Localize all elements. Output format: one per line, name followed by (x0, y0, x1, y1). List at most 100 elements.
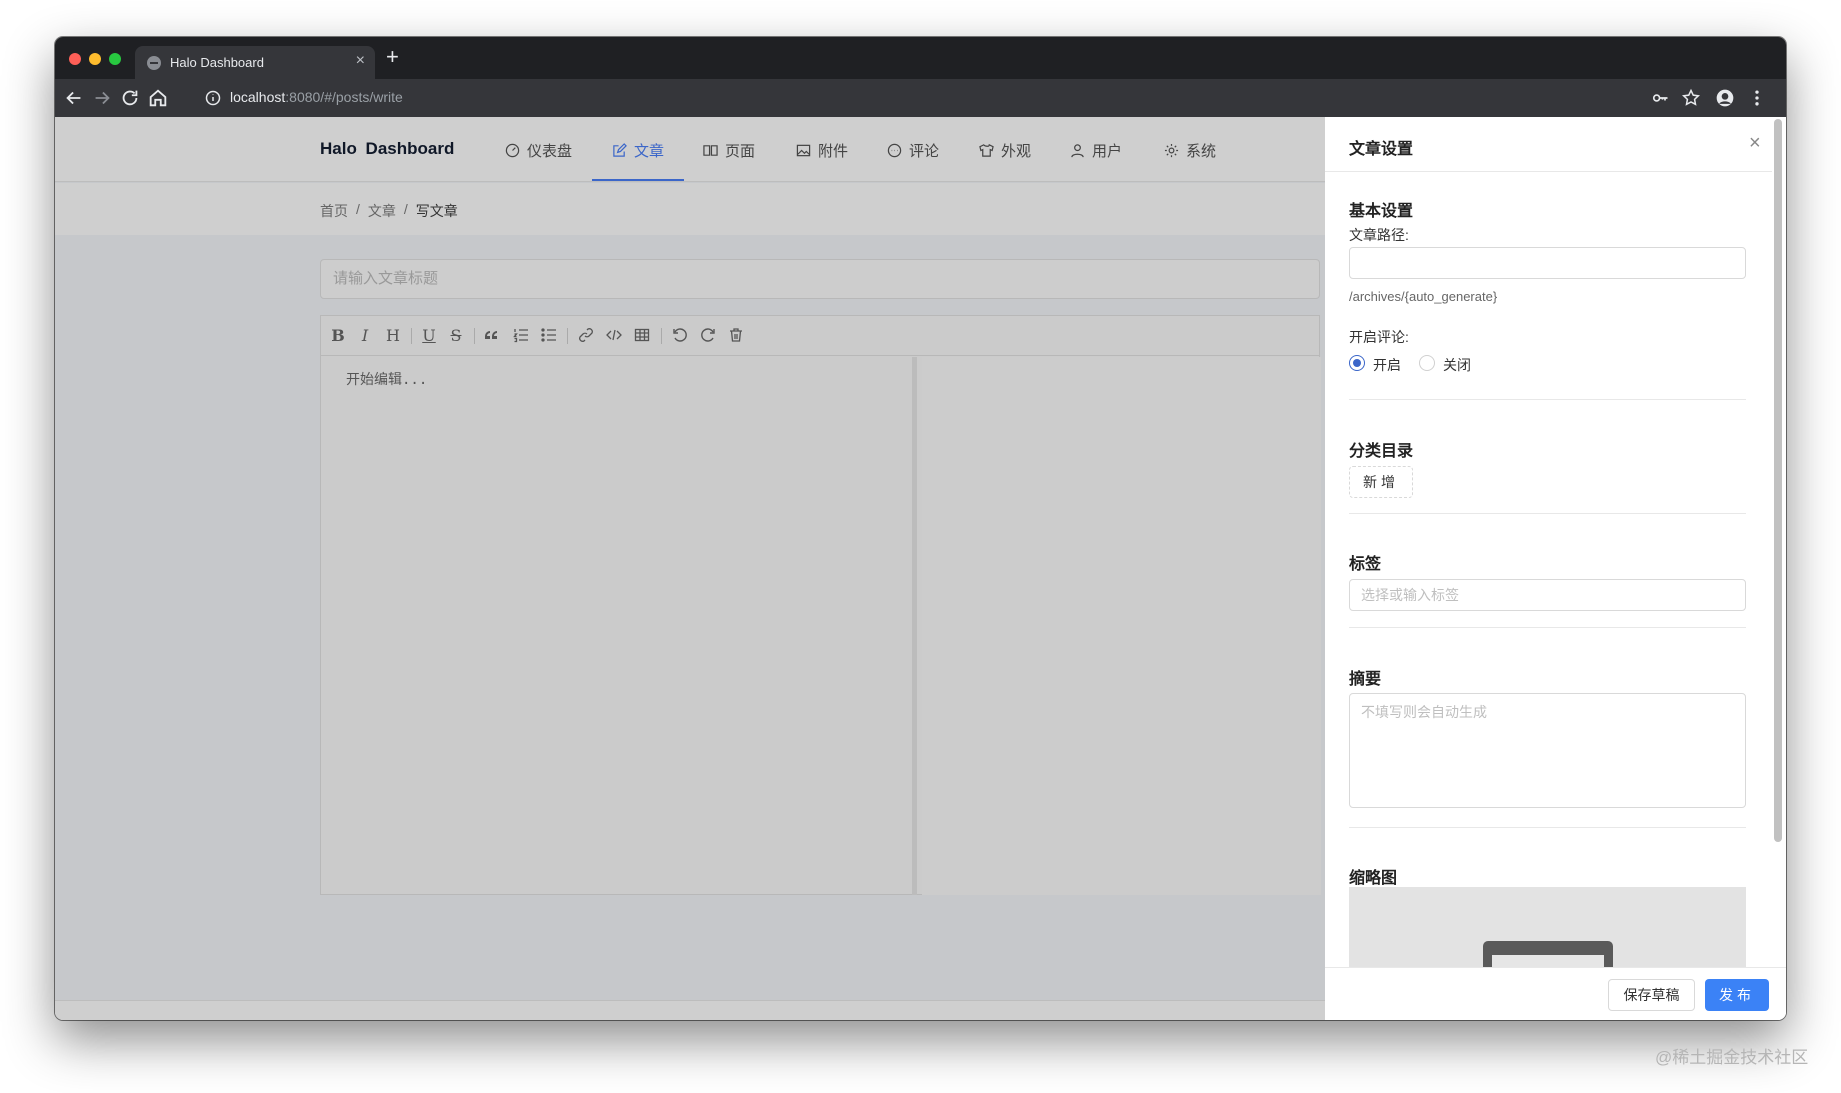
thumbnail-title: 缩略图 (1349, 870, 1398, 887)
summary-title: 摘要 (1349, 671, 1382, 688)
dashboard-icon (505, 143, 520, 157)
comment-on-radio[interactable] (1349, 355, 1365, 371)
menu-label: 系统 (1186, 142, 1217, 160)
toolbar-divider (474, 328, 475, 344)
breadcrumb-home[interactable]: 首页 (320, 201, 348, 221)
home-icon[interactable] (147, 87, 169, 109)
breadcrumb: 首页 / 文章 / 写文章 (320, 201, 458, 221)
post-path-input[interactable] (1349, 247, 1746, 279)
summary-textarea[interactable]: 不填写则会自动生成 (1349, 693, 1746, 808)
breadcrumb-posts[interactable]: 文章 (368, 201, 396, 221)
menu-item-pages[interactable]: 页面 (703, 139, 755, 161)
thumbnail-picker[interactable] (1349, 887, 1746, 967)
add-category-button[interactable]: 新增 (1349, 466, 1413, 498)
drawer-header: 文章设置 × (1325, 117, 1772, 172)
comment-on-label[interactable]: 开启 (1373, 355, 1401, 375)
url-host: localhost (230, 89, 286, 105)
bookmark-star-icon[interactable] (1681, 88, 1701, 108)
post-path-label: 文章路径: (1349, 227, 1409, 243)
menu-label: 外观 (1001, 142, 1032, 160)
redo-icon[interactable] (699, 327, 717, 345)
menu-label: 用户 (1092, 142, 1123, 160)
close-window-button[interactable] (69, 53, 81, 65)
editor-input-pane[interactable]: 开始编辑... (321, 357, 917, 895)
breadcrumb-separator: / (356, 201, 360, 217)
toolbar-divider (567, 328, 568, 344)
publish-button[interactable]: 发布 (1705, 979, 1769, 1011)
comment-enable-label: 开启评论: (1349, 329, 1409, 345)
menu-item-comments[interactable]: 评论 (887, 139, 939, 161)
user-icon (1071, 143, 1084, 157)
skin-icon (979, 143, 994, 157)
heading-icon[interactable]: H (384, 327, 402, 345)
post-settings-drawer: 文章设置 × 基本设置 文章路径: /archives/{auto_genera… (1325, 117, 1786, 1020)
browser-menu-icon[interactable] (1747, 88, 1767, 108)
category-title: 分类目录 (1349, 443, 1414, 460)
post-path-help: /archives/{auto_generate} (1349, 289, 1498, 304)
menu-item-attachments[interactable]: 附件 (796, 139, 848, 161)
breadcrumb-separator: / (403, 201, 408, 217)
section-divider (1349, 513, 1746, 514)
halo-favicon-icon (147, 56, 161, 70)
tab-close-icon[interactable]: × (356, 52, 365, 70)
undo-icon[interactable] (671, 327, 689, 345)
menu-item-appearance[interactable]: 外观 (979, 139, 1031, 161)
menu-item-users[interactable]: 用户 (1070, 139, 1122, 161)
section-divider (1349, 399, 1746, 400)
picture-icon (796, 144, 811, 156)
url-path: :8080/#/posts/write (285, 89, 403, 105)
active-menu-indicator (592, 179, 684, 181)
post-title-input[interactable]: 请输入文章标题 (320, 259, 1320, 299)
new-tab-button[interactable]: + (386, 45, 399, 69)
toolbar-divider (661, 328, 662, 344)
underline-icon[interactable]: U (420, 327, 438, 345)
browser-toolbar: localhost:8080/#/posts/write (55, 79, 1786, 117)
address-bar[interactable]: localhost:8080/#/posts/write (230, 89, 403, 105)
site-info-icon[interactable] (205, 90, 221, 106)
section-divider (1349, 827, 1746, 828)
tab-bar: Halo Dashboard × + (55, 37, 1786, 79)
menu-item-dashboard[interactable]: 仪表盘 (505, 139, 572, 161)
bold-icon[interactable]: B (329, 327, 347, 345)
tags-select-input[interactable]: 选择或输入标签 (1349, 579, 1746, 611)
unordered-list-icon[interactable] (540, 327, 558, 345)
minimize-window-button[interactable] (89, 53, 101, 65)
drawer-scrollbar[interactable] (1774, 119, 1782, 842)
editor-preview-pane (922, 357, 1321, 895)
strikethrough-icon[interactable]: S (447, 327, 465, 345)
menu-label: 附件 (818, 142, 849, 160)
breadcrumb-current: 写文章 (415, 203, 458, 219)
menu-item-system[interactable]: 系统 (1164, 139, 1216, 161)
comment-off-radio[interactable] (1419, 355, 1435, 371)
italic-icon[interactable]: I (356, 327, 374, 345)
markdown-editor: B I H U S 开始编辑... (320, 315, 1321, 895)
edit-icon (613, 142, 627, 157)
menu-label: 文章 (634, 142, 665, 160)
editor-placeholder: 开始编辑... (346, 372, 428, 388)
browser-tab[interactable]: Halo Dashboard × (135, 46, 375, 79)
back-arrow-icon[interactable] (63, 87, 85, 109)
basic-settings-title: 基本设置 (1349, 203, 1414, 220)
watermark: @稀土掘金技术社区 (1655, 1048, 1809, 1067)
forward-arrow-icon[interactable] (91, 87, 113, 109)
delete-icon[interactable] (727, 327, 745, 345)
quote-icon[interactable] (484, 327, 502, 345)
code-icon[interactable] (605, 327, 623, 345)
menu-item-posts[interactable]: 文章 (612, 139, 664, 161)
profile-avatar-icon[interactable] (1715, 88, 1735, 108)
save-draft-button[interactable]: 保存草稿 (1608, 979, 1695, 1011)
comment-off-label[interactable]: 关闭 (1443, 355, 1471, 375)
maximize-window-button[interactable] (109, 53, 121, 65)
reload-icon[interactable] (119, 87, 141, 109)
browser-window: Halo Dashboard × + localhost:8080/#/post… (55, 37, 1786, 1020)
table-icon[interactable] (633, 327, 651, 345)
toolbar-divider (411, 328, 412, 344)
editor-toolbar: B I H U S (321, 316, 1319, 356)
link-icon[interactable] (577, 327, 595, 345)
key-icon[interactable] (1650, 88, 1670, 108)
setting-icon (1164, 143, 1179, 157)
drawer-footer: 保存草稿 发布 (1325, 967, 1786, 1020)
close-icon[interactable]: × (1749, 133, 1761, 153)
ordered-list-icon[interactable] (512, 327, 530, 345)
brand-logo[interactable]: Halo Dashboard (320, 139, 454, 159)
